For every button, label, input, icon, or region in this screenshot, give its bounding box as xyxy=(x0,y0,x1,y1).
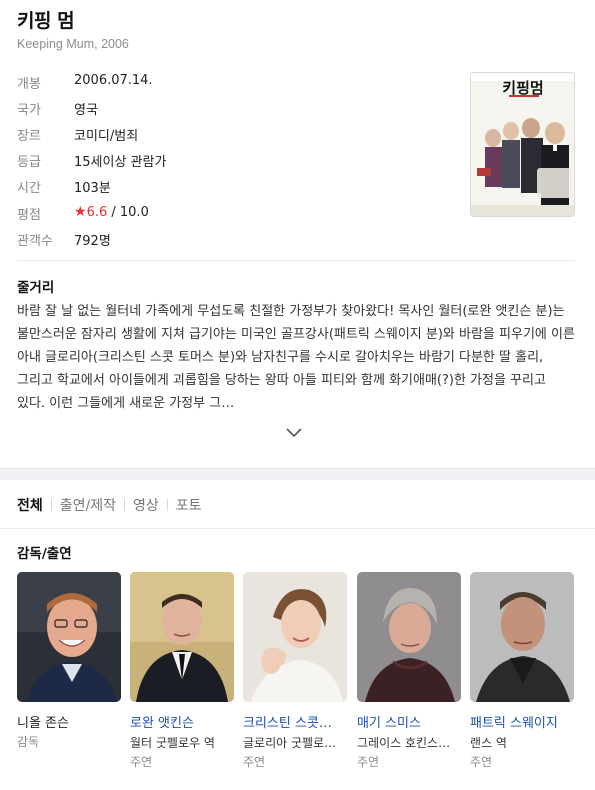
person-name[interactable]: 크리스틴 스콧… xyxy=(243,712,347,731)
person-photo[interactable] xyxy=(470,572,574,702)
tab-separator xyxy=(166,499,168,511)
person-name[interactable]: 패트릭 스웨이지 xyxy=(470,712,574,731)
person-role: 랜스 역 xyxy=(470,736,507,750)
cast-heading: 감독/출연 xyxy=(17,546,72,562)
info-value: 103분 xyxy=(74,181,111,196)
tab-video[interactable]: 영상 xyxy=(133,495,159,515)
info-value: 코미디/범죄 xyxy=(74,129,139,144)
person-photo[interactable] xyxy=(130,572,234,702)
person-card[interactable]: 패트릭 스웨이지 랜스 역 주연 xyxy=(470,572,574,770)
synopsis-text: 바람 잘 날 없는 월터네 가족에게 무섭도록 친절한 가정부가 찾아왔다! 목… xyxy=(17,304,575,411)
info-value: 영국 xyxy=(74,103,98,118)
star-icon: ★ xyxy=(74,204,87,220)
person-card[interactable]: 니올 존슨 감독 xyxy=(17,572,121,750)
divider xyxy=(0,528,595,529)
info-label: 시간 xyxy=(17,181,41,196)
info-value: 15세이상 관람가 xyxy=(74,155,167,170)
rating-max: / 10.0 xyxy=(107,205,149,220)
person-type: 주연 xyxy=(470,755,493,769)
tab-cast-crew[interactable]: 출연/제작 xyxy=(60,495,116,515)
info-label: 개봉 xyxy=(17,77,41,92)
person-photo[interactable] xyxy=(243,572,347,702)
movie-info-card: 키핑 멈 Keeping Mum, 2006 개봉 2006.07.14. 국가… xyxy=(0,0,595,469)
movie-poster[interactable]: 키핑멈 xyxy=(470,72,575,217)
info-value: 792명 xyxy=(74,234,111,249)
cast-card: 전체 출연/제작 영상 포토 감독/출연 니올 존슨 감독 로완 앳킨슨 월터 … xyxy=(0,480,595,790)
movie-title[interactable]: 키핑 멈 xyxy=(17,6,75,33)
info-label: 관객수 xyxy=(17,234,53,249)
synopsis-heading: 줄거리 xyxy=(17,280,55,296)
movie-subtitle: Keeping Mum, 2006 xyxy=(17,37,129,51)
person-role: 그레이스 호킨스… xyxy=(357,736,451,750)
person-type: 주연 xyxy=(357,755,380,769)
person-photo[interactable] xyxy=(357,572,461,702)
tab-separator xyxy=(124,499,126,511)
person-card[interactable]: 크리스틴 스콧… 글로리아 굿펠로… 주연 xyxy=(243,572,347,770)
tab-bar: 전체 출연/제작 영상 포토 xyxy=(17,495,202,515)
person-card[interactable]: 로완 앳킨슨 월터 굿펠로우 역 주연 xyxy=(130,572,234,770)
poster-image: 키핑멈 xyxy=(471,73,574,216)
person-role: 월터 굿펠로우 역 xyxy=(130,736,215,750)
person-name[interactable]: 니올 존슨 xyxy=(17,712,121,731)
rating-value: ★6.6 / 10.0 xyxy=(74,204,149,220)
info-label: 장르 xyxy=(17,129,41,144)
chevron-down-icon[interactable] xyxy=(285,426,303,438)
tab-photo[interactable]: 포토 xyxy=(176,495,202,515)
rating-score: 6.6 xyxy=(86,205,108,220)
person-type: 주연 xyxy=(130,755,153,769)
person-type: 주연 xyxy=(243,755,266,769)
tab-separator xyxy=(50,499,52,511)
person-photo[interactable] xyxy=(17,572,121,702)
info-label: 평점 xyxy=(17,208,41,223)
person-role: 글로리아 굿펠로… xyxy=(243,736,337,750)
info-label: 국가 xyxy=(17,103,41,118)
info-label: 등급 xyxy=(17,155,41,170)
divider xyxy=(17,260,575,261)
person-card[interactable]: 매기 스미스 그레이스 호킨스… 주연 xyxy=(357,572,461,770)
tab-all[interactable]: 전체 xyxy=(17,495,43,515)
poster-title: 키핑멈 xyxy=(502,79,543,97)
info-value: 2006.07.14. xyxy=(74,73,153,88)
person-type: 감독 xyxy=(17,735,40,749)
person-name[interactable]: 매기 스미스 xyxy=(357,712,461,731)
person-name[interactable]: 로완 앳킨슨 xyxy=(130,712,234,731)
